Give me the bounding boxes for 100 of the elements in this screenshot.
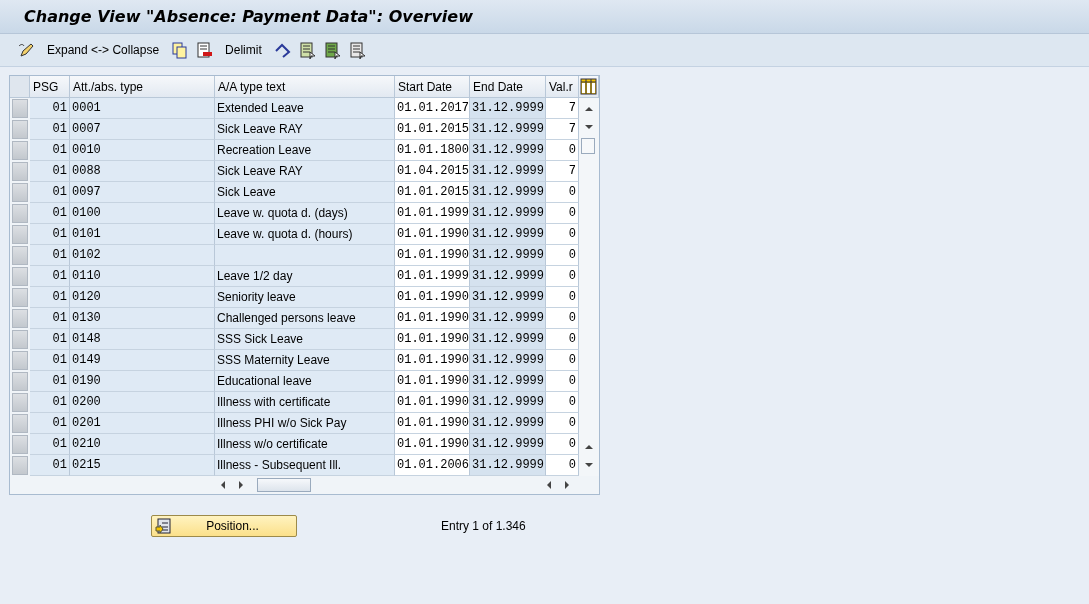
table-cell[interactable]: 01.01.1999 — [395, 266, 470, 287]
table-cell[interactable]: 01.01.2017 — [395, 98, 470, 119]
row-selector[interactable] — [12, 330, 28, 349]
scroll-thumb[interactable] — [581, 138, 595, 154]
table-cell: 31.12.9999 — [470, 119, 546, 140]
table-cell: 31.12.9999 — [470, 203, 546, 224]
document-icon[interactable] — [298, 41, 316, 59]
table-cell: Extended Leave — [215, 98, 395, 119]
row-selector[interactable] — [12, 99, 28, 118]
table-cell: 0001 — [70, 98, 215, 119]
table-cell: Seniority leave — [215, 287, 395, 308]
table-cell: 01 — [30, 203, 70, 224]
row-selector[interactable] — [12, 351, 28, 370]
delete-icon[interactable] — [196, 41, 214, 59]
table-cell: 01 — [30, 140, 70, 161]
table-cell[interactable]: 01.01.1800 — [395, 140, 470, 161]
table-cell[interactable]: 01.01.1990 — [395, 350, 470, 371]
table-cell: Sick Leave — [215, 182, 395, 203]
table-cell[interactable]: 7 — [546, 98, 579, 119]
column-header[interactable]: A/A type text — [215, 76, 395, 98]
delimit-button[interactable]: Delimit — [221, 39, 266, 61]
row-selector[interactable] — [12, 393, 28, 412]
column-header[interactable]: Val.r — [546, 76, 579, 98]
table-cell[interactable]: 0 — [546, 224, 579, 245]
pencil-icon[interactable] — [18, 41, 35, 59]
row-selector[interactable] — [12, 288, 28, 307]
table-cell: 0102 — [70, 245, 215, 266]
row-selector[interactable] — [12, 309, 28, 328]
table-cell: 01 — [30, 392, 70, 413]
table-cell: 01 — [30, 224, 70, 245]
row-selector[interactable] — [12, 183, 28, 202]
column-header[interactable]: End Date — [470, 76, 546, 98]
column-header[interactable]: PSG — [30, 76, 70, 98]
table-cell[interactable]: 01.01.2006 — [395, 455, 470, 476]
table-cell: Educational leave — [215, 371, 395, 392]
table-cell: 0110 — [70, 266, 215, 287]
table-cell[interactable]: 01.01.1999 — [395, 203, 470, 224]
table-cell[interactable]: 01.01.1990 — [395, 287, 470, 308]
table-cell[interactable]: 01.01.2015 — [395, 119, 470, 140]
scroll-thumb[interactable] — [257, 478, 311, 492]
document-icon[interactable] — [323, 41, 341, 59]
table-cell: 31.12.9999 — [470, 224, 546, 245]
row-selector[interactable] — [12, 162, 28, 181]
column-settings-icon[interactable] — [580, 78, 597, 95]
table-cell[interactable]: 0 — [546, 203, 579, 224]
table-cell[interactable]: 0 — [546, 182, 579, 203]
table-cell[interactable]: 0 — [546, 392, 579, 413]
table-cell[interactable]: 0 — [546, 455, 579, 476]
table-cell: 31.12.9999 — [470, 350, 546, 371]
table-cell[interactable]: 0 — [546, 140, 579, 161]
table-cell[interactable]: 0 — [546, 371, 579, 392]
row-selector[interactable] — [12, 435, 28, 454]
table-cell[interactable]: 01.01.1990 — [395, 392, 470, 413]
table-cell: 01 — [30, 371, 70, 392]
table-cell: 0201 — [70, 413, 215, 434]
table-cell: 0148 — [70, 329, 215, 350]
expand-collapse-button[interactable]: Expand <-> Collapse — [43, 39, 164, 61]
row-selector[interactable] — [12, 141, 28, 160]
column-header[interactable]: Start Date — [395, 76, 470, 98]
row-selector[interactable] — [12, 414, 28, 433]
table-cell[interactable]: 0 — [546, 308, 579, 329]
table-cell[interactable]: 0 — [546, 266, 579, 287]
table-cell[interactable]: 01.01.1990 — [395, 245, 470, 266]
row-selector[interactable] — [12, 456, 28, 475]
table-cell[interactable]: 01.01.1990 — [395, 308, 470, 329]
table-cell[interactable]: 01.01.1990 — [395, 434, 470, 455]
table-cell[interactable]: 0 — [546, 329, 579, 350]
table-cell[interactable]: 01.01.2015 — [395, 182, 470, 203]
row-selector[interactable] — [12, 246, 28, 265]
table-cell[interactable]: 01.01.1990 — [395, 413, 470, 434]
row-selector[interactable] — [12, 225, 28, 244]
table-cell: 31.12.9999 — [470, 329, 546, 350]
row-selector[interactable] — [12, 120, 28, 139]
table-cell: Leave w. quota d. (days) — [215, 203, 395, 224]
row-selector[interactable] — [12, 267, 28, 286]
header-corner[interactable] — [10, 76, 30, 98]
column-header[interactable]: Att./abs. type — [70, 76, 215, 98]
table-cell: 31.12.9999 — [470, 161, 546, 182]
table-cell[interactable]: 01.01.1990 — [395, 371, 470, 392]
table-cell[interactable]: 0 — [546, 287, 579, 308]
table-cell: 31.12.9999 — [470, 392, 546, 413]
table-cell[interactable]: 01.01.1990 — [395, 224, 470, 245]
table-cell: 0088 — [70, 161, 215, 182]
row-selector[interactable] — [12, 372, 28, 391]
table-cell[interactable]: 01.04.2015 — [395, 161, 470, 182]
table-cell[interactable]: 7 — [546, 119, 579, 140]
table-cell[interactable]: 7 — [546, 161, 579, 182]
table-cell: 31.12.9999 — [470, 371, 546, 392]
table-cell[interactable]: 0 — [546, 434, 579, 455]
document-icon[interactable] — [348, 41, 366, 59]
row-selector[interactable] — [12, 204, 28, 223]
table-cell: 0007 — [70, 119, 215, 140]
table-cell[interactable]: 01.01.1990 — [395, 329, 470, 350]
table-cell: Sick Leave RAY — [215, 161, 395, 182]
position-button[interactable]: Position... — [151, 515, 297, 537]
table-cell[interactable]: 0 — [546, 245, 579, 266]
table-cell: 31.12.9999 — [470, 455, 546, 476]
table-cell[interactable]: 0 — [546, 413, 579, 434]
table-cell[interactable]: 0 — [546, 350, 579, 371]
copy-icon[interactable] — [171, 41, 189, 59]
